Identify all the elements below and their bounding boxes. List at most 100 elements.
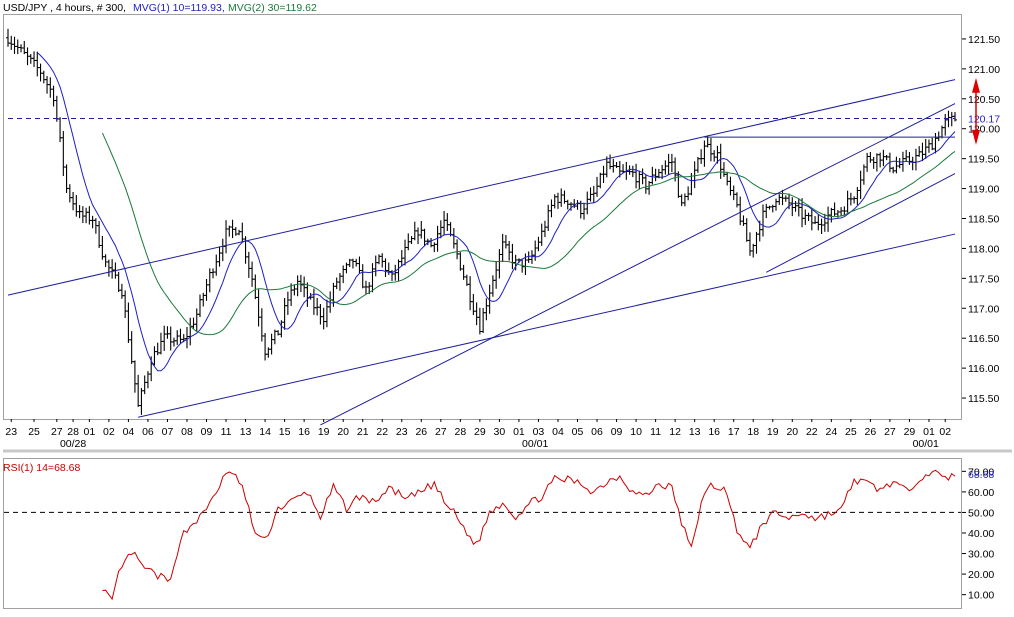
ohlc-bar	[637, 170, 642, 190]
ohlc-bar	[380, 253, 385, 268]
x-tick-label: 25	[845, 426, 857, 438]
rsi-plot	[4, 469, 961, 601]
ohlc-bar	[793, 201, 798, 212]
ohlc-bar	[9, 35, 14, 50]
ohlc-bar	[451, 228, 456, 249]
ohlc-bar	[207, 268, 212, 293]
ohlc-bar	[865, 152, 870, 172]
ohlc-bar	[442, 210, 447, 236]
trendline[interactable]	[7, 79, 956, 296]
x-tick-label: 10	[630, 426, 642, 438]
ohlc-bar	[910, 156, 915, 171]
trendline[interactable]	[138, 233, 956, 418]
ohlc-bar	[868, 152, 873, 163]
ohlc-bar	[907, 151, 912, 165]
ohlc-bar	[614, 161, 619, 168]
ma-slow-legend: MVG(2) 30=119.62	[228, 2, 317, 14]
ohlc-bar	[409, 236, 414, 245]
ohlc-bar	[217, 246, 222, 267]
ohlc-bar	[598, 172, 603, 189]
ohlc-bar	[191, 317, 196, 329]
ohlc-bar	[116, 271, 121, 293]
ohlc-bar	[256, 289, 261, 327]
ohlc-bar	[585, 191, 590, 215]
ohlc-bar	[386, 262, 391, 275]
ohlc-bar	[220, 238, 225, 262]
ohlc-bar	[731, 185, 736, 201]
ohlc-bar	[129, 331, 134, 364]
ohlc-bar	[904, 149, 909, 162]
ohlc-bar	[666, 153, 671, 176]
ohlc-bar	[874, 153, 879, 172]
x-tick-label: 23	[5, 426, 17, 438]
ohlc-bar	[334, 277, 339, 290]
ohlc-bar	[760, 204, 765, 237]
ohlc-bar	[884, 154, 889, 161]
ohlc-bar	[194, 308, 199, 332]
ohlc-bar	[507, 240, 512, 261]
rsi-last-label: 68.68	[968, 469, 994, 481]
ohlc-bar	[894, 156, 899, 174]
ohlc-bar	[110, 259, 115, 279]
x-tick-label: 16	[708, 426, 720, 438]
ohlc-bar	[608, 154, 613, 170]
ohlc-bar	[669, 153, 674, 172]
x-tick-label: 27	[435, 426, 447, 438]
x-tick-label: 20	[786, 426, 798, 438]
x-tick-label: 13	[240, 426, 252, 438]
x-tick-label: 26	[865, 426, 877, 438]
ohlc-bar	[445, 213, 450, 231]
x-tick-label: 21	[357, 426, 369, 438]
y-tick-label: 118.50	[968, 213, 999, 225]
x-tick-label: 23	[396, 426, 408, 438]
ohlc-bar	[282, 297, 287, 330]
ohlc-bar	[432, 242, 437, 253]
ohlc-bar	[295, 275, 300, 297]
x-tick-label: 19	[767, 426, 779, 438]
x-tick-label: 27	[884, 426, 896, 438]
ohlc-bar	[246, 251, 251, 278]
ohlc-bar	[237, 229, 242, 236]
ohlc-bar	[67, 184, 72, 203]
ohlc-bar	[396, 259, 401, 282]
ohlc-bar	[198, 294, 203, 318]
ohlc-bar	[699, 149, 704, 164]
ohlc-bar	[891, 166, 896, 174]
x-tick-label: 04	[552, 426, 564, 438]
ohlc-bar	[188, 317, 193, 346]
ohlc-bar	[839, 207, 844, 217]
ohlc-bar	[74, 195, 79, 217]
x-tick-label: 11	[221, 426, 232, 438]
y-tick-label: 116.00	[968, 363, 999, 375]
rsi-tick-label: 50.00	[968, 507, 994, 519]
ohlc-bar	[536, 236, 541, 252]
x-tick-label: 03	[533, 426, 545, 438]
ohlc-bar	[913, 148, 918, 171]
ohlc-bar	[51, 85, 56, 107]
chart-symbol-label: USD/JPY , 4 hours, # 300,	[3, 2, 126, 14]
last-price-label: 120.17	[968, 114, 1000, 126]
ohlc-bar	[318, 304, 323, 325]
ohlc-bar	[829, 207, 834, 223]
ohlc-bar	[373, 255, 378, 277]
ohlc-bar	[503, 234, 508, 249]
ma-fast-legend: MVG(1) 10=119.93,	[133, 2, 225, 14]
ohlc-bar	[171, 337, 176, 347]
ohlc-bar	[184, 327, 189, 349]
ohlc-bar	[321, 307, 326, 330]
ohlc-bar	[555, 192, 560, 209]
ohlc-bar	[816, 214, 821, 231]
ohlc-bar	[403, 239, 408, 266]
ohlc-bar	[725, 171, 730, 186]
ohlc-bar	[224, 220, 229, 254]
x-tick-label: 28	[455, 426, 467, 438]
ohlc-bar	[344, 262, 349, 274]
ohlc-bar	[774, 198, 779, 211]
ohlc-bar	[852, 196, 857, 204]
y-tick-label: 117.50	[968, 273, 999, 285]
x-tick-label: 19	[318, 426, 330, 438]
ohlc-bar	[41, 70, 46, 84]
ohlc-bar	[302, 276, 307, 298]
ohlc-bar	[481, 307, 486, 333]
ohlc-bar	[728, 176, 733, 196]
